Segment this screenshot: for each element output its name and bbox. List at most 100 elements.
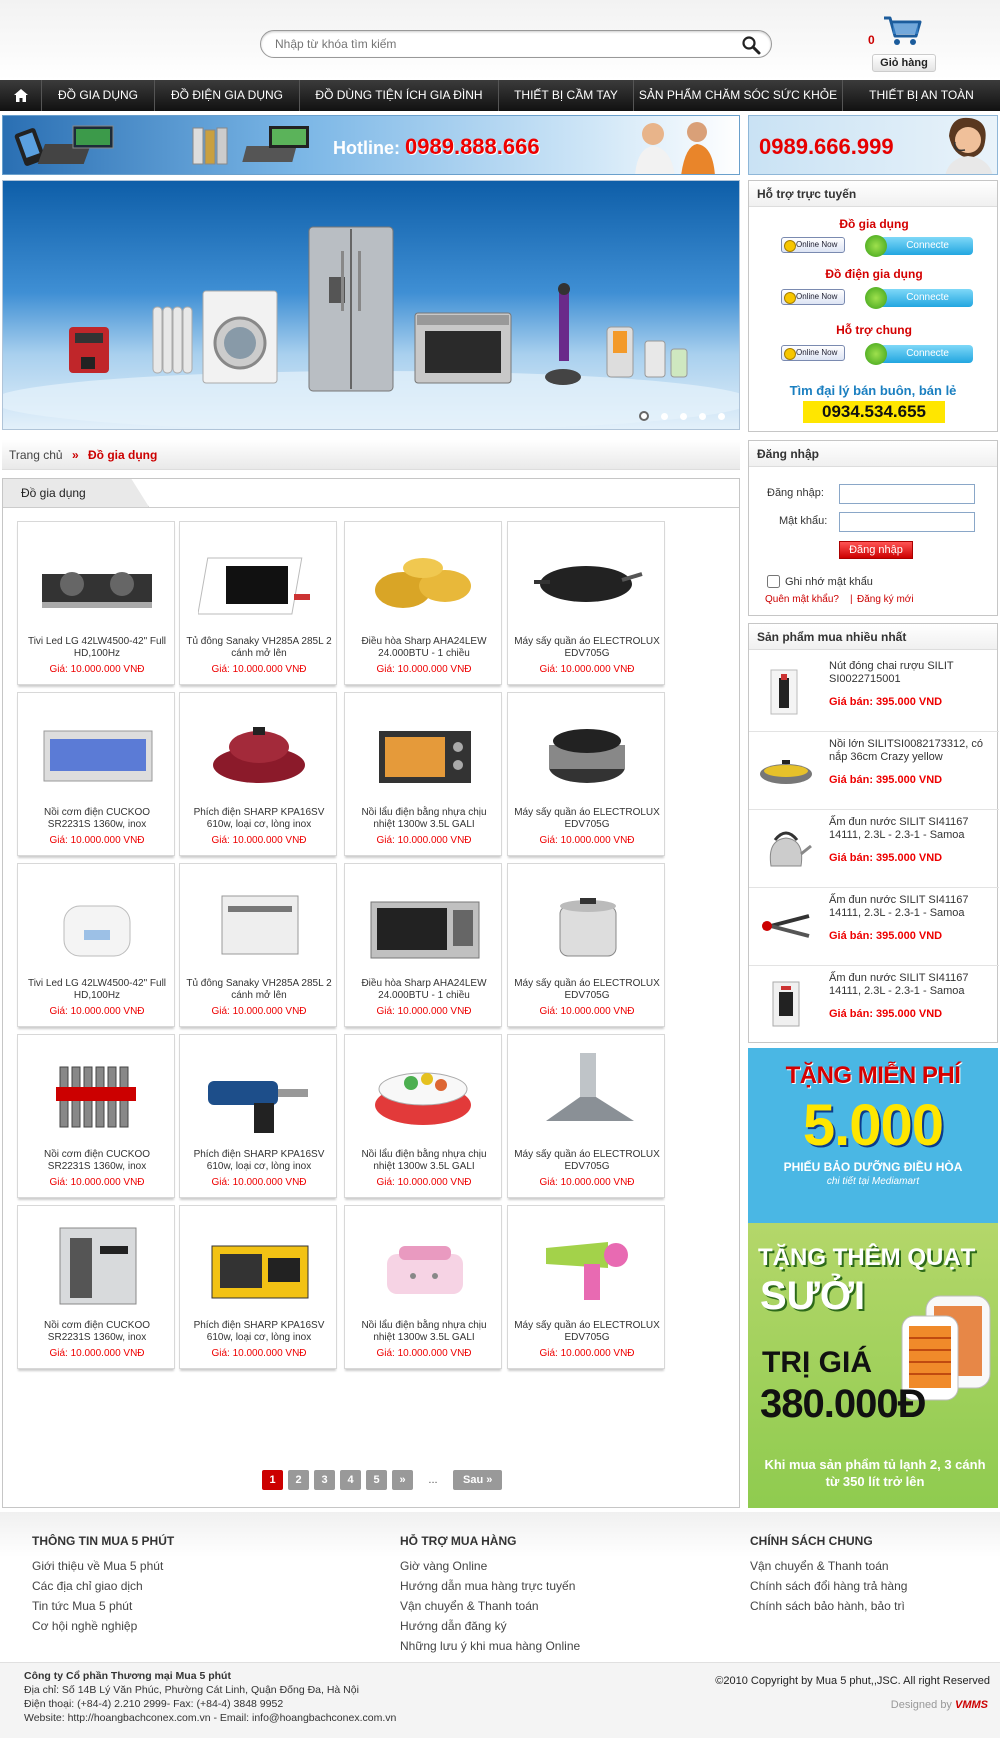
product-price: Giá: 10.000.000 VNĐ: [376, 1006, 472, 1017]
footer-link[interactable]: Giới thiệu về Mua 5 phút: [32, 1556, 174, 1576]
product-card[interactable]: Điều hòa Sharp AHA24LEW 24.000BTU - 1 ch…: [344, 863, 502, 1027]
food-container-icon: [375, 1072, 471, 1125]
footer-link[interactable]: Chính sách đổi hàng trả hàng: [750, 1576, 907, 1596]
remember-checkbox[interactable]: [767, 575, 780, 588]
slider-dot-3[interactable]: [680, 413, 687, 420]
nav-item-do-dien-gia-dung[interactable]: ĐỒ ĐIỆN GIA DỤNG: [155, 80, 300, 111]
footer-link[interactable]: Hướng dẫn mua hàng trực tuyến: [400, 1576, 580, 1596]
nav-item-cham-soc-suc-khoe[interactable]: SẢN PHẨM CHĂM SÓC SỨC KHỎE: [634, 80, 843, 111]
yahoo-online-icon[interactable]: Online Now: [781, 345, 845, 361]
yahoo-online-icon[interactable]: Online Now: [781, 289, 845, 305]
password-input[interactable]: [839, 512, 975, 532]
page-2[interactable]: 2: [288, 1470, 309, 1490]
product-card[interactable]: Tủ đông Sanaky VH285A 285L 2 cánh mở lên…: [179, 863, 337, 1027]
product-card[interactable]: Máy sấy quần áo ELECTROLUX EDV705G Giá: 1…: [507, 863, 665, 1027]
footer-link[interactable]: Giờ vàng Online: [400, 1556, 580, 1576]
slow-cooker-icon: [549, 729, 625, 783]
login-button[interactable]: Đăng nhập: [839, 541, 913, 559]
product-name: Tủ đông Sanaky VH285A 285L 2 cánh mở lên: [186, 636, 332, 659]
product-card[interactable]: Phích điện SHARP KPA16SV 610w, loại cơ, …: [179, 692, 337, 856]
footer-link[interactable]: Tin tức Mua 5 phút: [32, 1596, 174, 1616]
product-price: Giá: 10.000.000 VNĐ: [211, 664, 307, 675]
nav-item-do-dung-tien-ich[interactable]: ĐỒ DÙNG TIỆN ÍCH GIA ĐÌNH: [300, 80, 499, 111]
designer-logo[interactable]: VMMS: [955, 1699, 988, 1711]
footer-bottom: Công ty Cổ phần Thương mại Mua 5 phút Đị…: [0, 1662, 1000, 1738]
footer-link[interactable]: Cơ hội nghề nghiệp: [32, 1616, 174, 1636]
nav-item-thiet-bi-an-toan[interactable]: THIẾT BỊ AN TOÀN: [843, 80, 1000, 111]
phone-banner[interactable]: 0989.666.999: [748, 115, 998, 175]
product-price: Giá: 10.000.000 VNĐ: [539, 1006, 635, 1017]
product-card[interactable]: Nồi lẩu điện bằng nhựa chịu nhiệt 1300w …: [344, 1034, 502, 1198]
search-icon[interactable]: [741, 35, 761, 55]
product-price: Giá: 10.000.000 VNĐ: [211, 1006, 307, 1017]
forgot-password-link[interactable]: Quên mật khẩu?: [765, 594, 839, 605]
promo-line5: TẶNG THÊM QUẠT: [758, 1244, 976, 1271]
hero-slider[interactable]: [2, 180, 740, 430]
product-price: Giá: 10.000.000 VNĐ: [211, 1177, 307, 1188]
page-1[interactable]: 1: [262, 1470, 283, 1490]
check-icon: [865, 235, 887, 257]
product-card[interactable]: Phích điện SHARP KPA16SV 610w, loại cơ, …: [179, 1205, 337, 1369]
product-card[interactable]: Tủ đông Sanaky VH285A 285L 2 cánh mở lên…: [179, 521, 337, 685]
breadcrumb-home[interactable]: Trang chủ: [9, 448, 63, 462]
page-3[interactable]: 3: [314, 1470, 335, 1490]
slider-dot-5[interactable]: [718, 413, 725, 420]
footer-link[interactable]: Những lưu ý khi mua hàng Online: [400, 1636, 580, 1656]
product-card[interactable]: Máy sấy quần áo ELECTROLUX EDV705G Giá: 1…: [507, 692, 665, 856]
product-price: Giá: 10.000.000 VNĐ: [211, 835, 307, 846]
product-card[interactable]: Máy sấy quần áo ELECTROLUX EDV705G Giá: 1…: [507, 1034, 665, 1198]
product-card[interactable]: Điều hòa Sharp AHA24LEW 24.000BTU - 1 ch…: [344, 521, 502, 685]
nav-item-thiet-bi-cam-tay[interactable]: THIẾT BỊ CẦM TAY: [499, 80, 634, 111]
slider-dot-4[interactable]: [699, 413, 706, 420]
footer-link[interactable]: Chính sách bảo hành, bảo trì: [750, 1596, 907, 1616]
register-link[interactable]: Đăng ký mới: [857, 594, 914, 605]
product-card[interactable]: Nồi cơm điện CUCKOO SR2231S 1360w, inox G…: [17, 692, 175, 856]
footer-link[interactable]: Các địa chỉ giao dịch: [32, 1576, 174, 1596]
best-sellers-panel: Sản phẩm mua nhiều nhất Nút đóng chai rư…: [748, 623, 999, 1044]
page-ellipsis: ...: [428, 1474, 438, 1486]
slider-dot-2[interactable]: [661, 413, 668, 420]
product-card[interactable]: Tivi Led LG 42LW4500-42" Full HD,100Hz Gi…: [17, 521, 175, 685]
microwave-icon: [370, 901, 480, 959]
home-icon[interactable]: [0, 80, 42, 111]
footer-link[interactable]: Vận chuyển & Thanh toán: [400, 1596, 580, 1616]
breadcrumb-separator: »: [72, 448, 79, 462]
product-price: Giá: 10.000.000 VNĐ: [376, 1177, 472, 1188]
best-seller-item[interactable]: Nút đóng chai rượu SILIT SI0022715001 Gi…: [749, 654, 999, 732]
yahoo-online-icon[interactable]: Online Now: [781, 237, 845, 253]
footer-link[interactable]: Hướng dẫn đăng ký: [400, 1616, 580, 1636]
company-address: Địa chỉ: Số 14B Lý Văn Phúc, Phường Cát …: [24, 1684, 359, 1696]
hotline-banner[interactable]: Hotline: 0989.888.666: [2, 115, 740, 175]
footer-col-title: CHÍNH SÁCH CHUNG: [750, 1534, 873, 1548]
page-next-button[interactable]: Sau »: [453, 1470, 503, 1490]
product-name: Nồi cơm điện CUCKOO SR2231S 1360w, inox: [43, 1320, 151, 1343]
promo-banner[interactable]: TẶNG MIỄN PHÍ 5.000 PHIẾU BẢO DƯỠNG ĐIỀU…: [748, 1048, 998, 1508]
shopping-cart-icon[interactable]: [880, 14, 924, 48]
online-support-panel: Hỗ trợ trực tuyến Đồ gia dụng Online Now…: [748, 180, 998, 432]
best-seller-item[interactable]: Ấm đun nước SILIT SI41167 14111, 2.3L - …: [749, 966, 999, 1044]
product-card[interactable]: Máy sấy quần áo ELECTROLUX EDV705G Giá: 1…: [507, 521, 665, 685]
page-5[interactable]: 5: [366, 1470, 387, 1490]
cart-button[interactable]: Giỏ hàng: [872, 54, 936, 72]
product-card[interactable]: Nồi cơm điện CUCKOO SR2231S 1360w, inox G…: [17, 1205, 175, 1369]
dishwasher-icon: [221, 895, 299, 955]
best-seller-item[interactable]: Nồi lớn SILITSI0082173312, có nắp 36cm C…: [749, 732, 999, 810]
product-card[interactable]: Máy sấy quần áo ELECTROLUX EDV705G Giá: 1…: [507, 1205, 665, 1369]
product-card[interactable]: Nồi lẩu điện bằng nhựa chịu nhiệt 1300w …: [344, 692, 502, 856]
footer-link[interactable]: Vận chuyển & Thanh toán: [750, 1556, 907, 1576]
username-input[interactable]: [839, 484, 975, 504]
page-next-arrow[interactable]: »: [392, 1470, 413, 1490]
product-card[interactable]: Nồi cơm điện CUCKOO SR2231S 1360w, inox G…: [17, 1034, 175, 1198]
search-input[interactable]: [275, 37, 715, 51]
product-card[interactable]: Phích điện SHARP KPA16SV 610w, loại cơ, …: [179, 1034, 337, 1198]
product-card[interactable]: Nồi lẩu điện bằng nhựa chịu nhiệt 1300w …: [344, 1205, 502, 1369]
best-seller-name: Nút đóng chai rượu SILIT SI0022715001: [829, 660, 954, 685]
best-seller-item[interactable]: Ấm đun nước SILIT SI41167 14111, 2.3L - …: [749, 888, 999, 966]
nav-item-do-gia-dung[interactable]: ĐỒ GIA DỤNG: [42, 80, 155, 111]
product-name: Tivi Led LG 42LW4500-42" Full HD,100Hz: [27, 636, 167, 659]
product-name: Phích điện SHARP KPA16SV 610w, loại cơ, …: [193, 1320, 325, 1343]
product-card[interactable]: Tivi Led LG 42LW4500-42" Full HD,100Hz Gi…: [17, 863, 175, 1027]
slider-dot-1[interactable]: [639, 411, 649, 421]
best-seller-item[interactable]: Ấm đun nước SILIT SI41167 14111, 2.3L - …: [749, 810, 999, 888]
page-4[interactable]: 4: [340, 1470, 361, 1490]
